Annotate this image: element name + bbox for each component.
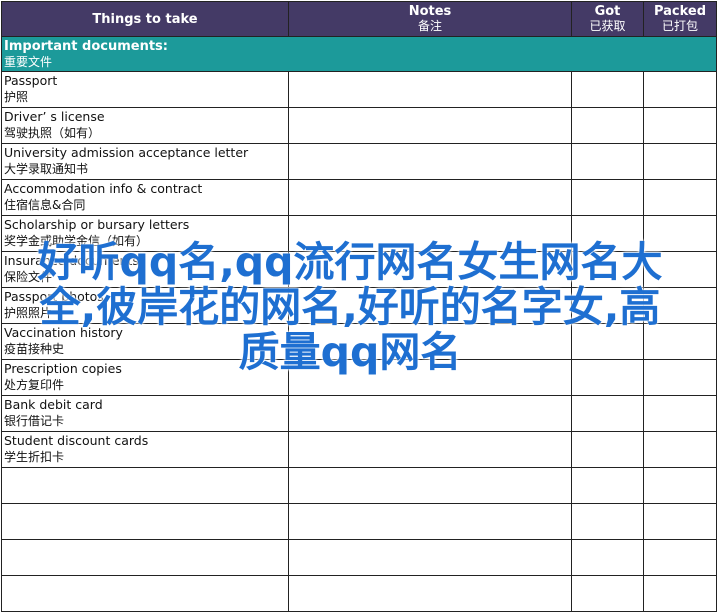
notes-cell[interactable] xyxy=(288,107,572,144)
item-cell: Student discount cards 学生折扣卡 xyxy=(1,431,289,468)
item-label-en: Accommodation info & contract xyxy=(4,181,203,196)
empty-row xyxy=(1,575,717,612)
item-label-zh: 住宿信息&合同 xyxy=(4,198,86,212)
got-cell[interactable] xyxy=(571,323,644,360)
item-cell: University admission acceptance letter 大学… xyxy=(1,143,289,180)
packed-cell[interactable] xyxy=(643,107,717,144)
item-label-en: Driver’ s license xyxy=(4,109,105,124)
section-title: Important documents: 重要文件 xyxy=(1,36,717,72)
item-label-en: University admission acceptance letter xyxy=(4,145,249,160)
got-cell[interactable] xyxy=(571,287,644,324)
item-cell: Vaccination history 疫苗接种史 xyxy=(1,323,289,360)
table-row: Passport photos 护照照片 xyxy=(1,287,717,324)
packing-checklist-table: Things to take Notes 备注 Got 已获取 Packed 已打包 … xyxy=(1,1,717,612)
packed-cell[interactable] xyxy=(643,431,717,468)
notes-cell[interactable] xyxy=(288,251,572,288)
item-label-zh: 保险文件 xyxy=(4,270,53,284)
header-notes: Notes 备注 xyxy=(288,1,572,37)
empty-row xyxy=(1,467,717,504)
packed-cell[interactable] xyxy=(643,287,717,324)
header-packed: Packed 已打包 xyxy=(643,1,717,37)
header-row: Things to take Notes 备注 Got 已获取 Packed 已打包 xyxy=(1,1,717,37)
notes-cell[interactable] xyxy=(288,323,572,360)
table-row: Driver’ s license 驾驶执照（如有） xyxy=(1,107,717,144)
item-label-zh: 学生折扣卡 xyxy=(4,450,65,464)
item-label-en: Insurance documents xyxy=(4,253,139,268)
table-row: Bank debit card 银行借记卡 xyxy=(1,395,717,432)
table-row: Prescription copies 处方复印件 xyxy=(1,359,717,396)
empty-row xyxy=(1,503,717,540)
item-label-zh: 护照照片 xyxy=(4,306,53,320)
notes-cell[interactable] xyxy=(288,71,572,108)
item-label-en: Vaccination history xyxy=(4,325,123,340)
notes-cell[interactable] xyxy=(288,215,572,252)
notes-cell[interactable] xyxy=(288,143,572,180)
packed-cell[interactable] xyxy=(643,395,717,432)
item-label-zh: 处方复印件 xyxy=(4,378,65,392)
packed-cell[interactable] xyxy=(643,179,717,216)
item-label-en: Scholarship or bursary letters xyxy=(4,217,190,232)
got-cell[interactable] xyxy=(571,251,644,288)
table-row: Vaccination history 疫苗接种史 xyxy=(1,323,717,360)
packed-cell[interactable] xyxy=(643,359,717,396)
notes-cell[interactable] xyxy=(288,179,572,216)
got-cell[interactable] xyxy=(571,143,644,180)
item-label-en: Passport photos xyxy=(4,289,104,304)
item-cell: Accommodation info & contract 住宿信息&合同 xyxy=(1,179,289,216)
item-label-zh: 护照 xyxy=(4,90,29,104)
packed-cell[interactable] xyxy=(643,215,717,252)
packed-cell[interactable] xyxy=(643,71,717,108)
item-cell: Passport 护照 xyxy=(1,71,289,108)
got-cell[interactable] xyxy=(571,179,644,216)
got-cell[interactable] xyxy=(571,395,644,432)
item-cell: Driver’ s license 驾驶执照（如有） xyxy=(1,107,289,144)
table-row: Passport 护照 xyxy=(1,71,717,108)
header-things-to-take: Things to take xyxy=(1,1,289,37)
table-row: Accommodation info & contract 住宿信息&合同 xyxy=(1,179,717,216)
section-row: Important documents: 重要文件 xyxy=(1,36,717,72)
item-cell: Bank debit card 银行借记卡 xyxy=(1,395,289,432)
got-cell[interactable] xyxy=(571,359,644,396)
empty-row xyxy=(1,539,717,576)
packed-cell[interactable] xyxy=(643,251,717,288)
item-label-en: Bank debit card xyxy=(4,397,103,412)
item-cell: Passport photos 护照照片 xyxy=(1,287,289,324)
packed-cell[interactable] xyxy=(643,323,717,360)
item-cell: Prescription copies 处方复印件 xyxy=(1,359,289,396)
packed-cell[interactable] xyxy=(643,143,717,180)
item-label-en: Passport xyxy=(4,73,58,88)
table-row: Scholarship or bursary letters 奖学金或助学金信（如… xyxy=(1,215,717,252)
table-row: Student discount cards 学生折扣卡 xyxy=(1,431,717,468)
header-got: Got 已获取 xyxy=(571,1,644,37)
item-label-en: Prescription copies xyxy=(4,361,122,376)
item-label-zh: 驾驶执照（如有） xyxy=(4,126,101,140)
got-cell[interactable] xyxy=(571,107,644,144)
notes-cell[interactable] xyxy=(288,395,572,432)
item-label-zh: 疫苗接种史 xyxy=(4,342,65,356)
got-cell[interactable] xyxy=(571,71,644,108)
item-label-zh: 大学录取通知书 xyxy=(4,162,89,176)
item-label-en: Student discount cards xyxy=(4,433,149,448)
notes-cell[interactable] xyxy=(288,431,572,468)
item-cell: Scholarship or bursary letters 奖学金或助学金信（如… xyxy=(1,215,289,252)
item-label-zh: 奖学金或助学金信（如有） xyxy=(4,234,149,248)
item-label-zh: 银行借记卡 xyxy=(4,414,65,428)
table-row: Insurance documents 保险文件 xyxy=(1,251,717,288)
table-row: University admission acceptance letter 大学… xyxy=(1,143,717,180)
got-cell[interactable] xyxy=(571,431,644,468)
notes-cell[interactable] xyxy=(288,287,572,324)
got-cell[interactable] xyxy=(571,215,644,252)
item-cell: Insurance documents 保险文件 xyxy=(1,251,289,288)
notes-cell[interactable] xyxy=(288,359,572,396)
